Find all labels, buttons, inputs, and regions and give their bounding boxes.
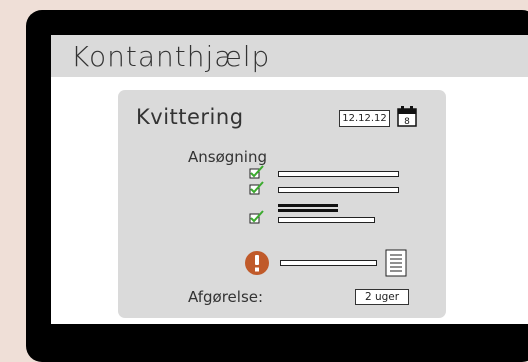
alert-icon (245, 251, 269, 275)
app-title: Kontanthjælp (71, 40, 271, 73)
calendar-day: 8 (404, 117, 410, 127)
application-section-label: Ansøgning (188, 148, 267, 166)
check-icon (249, 165, 264, 179)
document-icon[interactable] (385, 249, 407, 277)
application-field-bar (278, 187, 399, 193)
check-icon (249, 181, 264, 195)
receipt-title: Kvittering (136, 105, 244, 129)
text-line (278, 209, 338, 212)
text-line (278, 204, 338, 207)
decision-duration: 2 uger (355, 289, 409, 305)
application-field-bar (278, 217, 375, 223)
title-bar: Kontanthjælp (51, 35, 528, 77)
receipt-card: Kvittering 12.12.12 8 Ansøgning Afgørels… (118, 90, 446, 318)
app-screen: Kontanthjælp Kvittering 12.12.12 8 Ansøg… (51, 35, 528, 324)
missing-field-bar (280, 260, 377, 266)
receipt-date: 12.12.12 (339, 110, 390, 127)
check-icon (249, 210, 264, 224)
application-field-bar (278, 171, 399, 177)
decision-label: Afgørelse: (188, 288, 264, 306)
calendar-icon: 8 (397, 106, 417, 127)
